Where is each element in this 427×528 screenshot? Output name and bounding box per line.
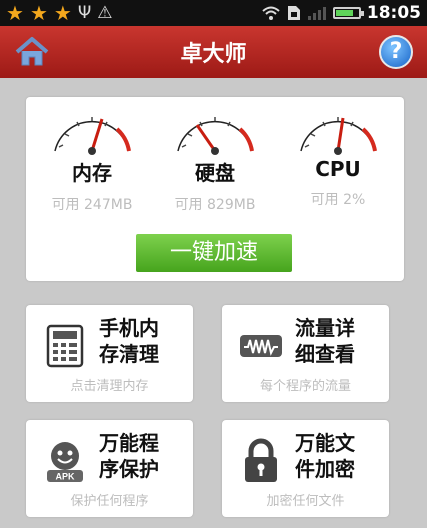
home-icon[interactable] (14, 36, 50, 68)
apk-label: APK (55, 472, 75, 482)
cpu-available: 可用 2% (310, 192, 366, 208)
sim-card-icon (287, 6, 300, 20)
disk-available: 可用 829MB (174, 197, 256, 213)
battery-icon (332, 7, 364, 19)
padlock-icon (245, 438, 277, 482)
disk-label: 硬盘 (195, 161, 235, 185)
file-encryption-title: 万能文 件加密 (295, 431, 355, 481)
help-glyph: ? (389, 39, 403, 64)
traffic-wave-icon (240, 335, 282, 357)
traffic-details-title: 流量详 细查看 (295, 316, 355, 366)
star-icon: ★ (53, 1, 72, 25)
memory-clean-tile[interactable]: 手机内 存清理 点击清理内存 (26, 305, 193, 402)
star-icon: ★ (6, 1, 24, 25)
usb-icon: Ψ (77, 3, 92, 23)
file-encryption-subtitle: 加密任何文件 (266, 494, 345, 509)
memory-clean-title: 手机内 存清理 (99, 316, 159, 366)
warning-icon: ⚠ (97, 3, 113, 23)
traffic-details-tile[interactable]: 流量详 细查看 每个程序的流量 (222, 305, 389, 402)
disk-gauge-icon (177, 117, 254, 155)
app-protection-title: 万能程 序保护 (99, 431, 159, 481)
traffic-details-subtitle: 每个程序的流量 (259, 379, 351, 394)
status-time: 18:05 (366, 3, 421, 23)
cpu-label: CPU (315, 157, 361, 181)
memory-clean-subtitle: 点击清理内存 (70, 379, 149, 394)
page-title: 卓大师 (180, 42, 247, 67)
memory-available: 可用 247MB (51, 197, 133, 213)
calculator-icon (46, 324, 84, 368)
one-click-boost-button[interactable]: 一键加速 (136, 234, 292, 272)
title-bar: 卓大师 ? (0, 26, 427, 78)
status-bar-left: ★ ★ ★ Ψ ⚠ (6, 3, 112, 23)
memory-gauge: 内存 可用 247MB (32, 107, 152, 214)
signal-icon (307, 7, 326, 20)
memory-label: 内存 (72, 161, 112, 185)
star-icon: ★ (29, 1, 48, 25)
help-icon[interactable]: ? (379, 35, 413, 69)
app-protection-subtitle: 保护任何程序 (70, 494, 149, 509)
file-encryption-tile[interactable]: 万能文 件加密 加密任何文件 (222, 420, 389, 517)
app-protection-tile[interactable]: APK 万能程 序保护 保护任何程序 (26, 420, 193, 517)
wifi-icon (262, 6, 280, 20)
cpu-gauge: CPU 可用 2% (278, 107, 398, 209)
status-bar: ★ ★ ★ Ψ ⚠ 18:05 (0, 0, 427, 26)
system-status-card: 内存 可用 247MB 硬盘 可用 829MB CPU 可用 2% 一键加速 (26, 97, 404, 281)
memory-gauge-icon (54, 117, 131, 155)
status-bar-right: 18:05 (261, 3, 421, 23)
disk-gauge: 硬盘 可用 829MB (155, 107, 275, 214)
cpu-gauge-icon (300, 117, 377, 155)
apk-robot-icon: APK (47, 442, 83, 482)
